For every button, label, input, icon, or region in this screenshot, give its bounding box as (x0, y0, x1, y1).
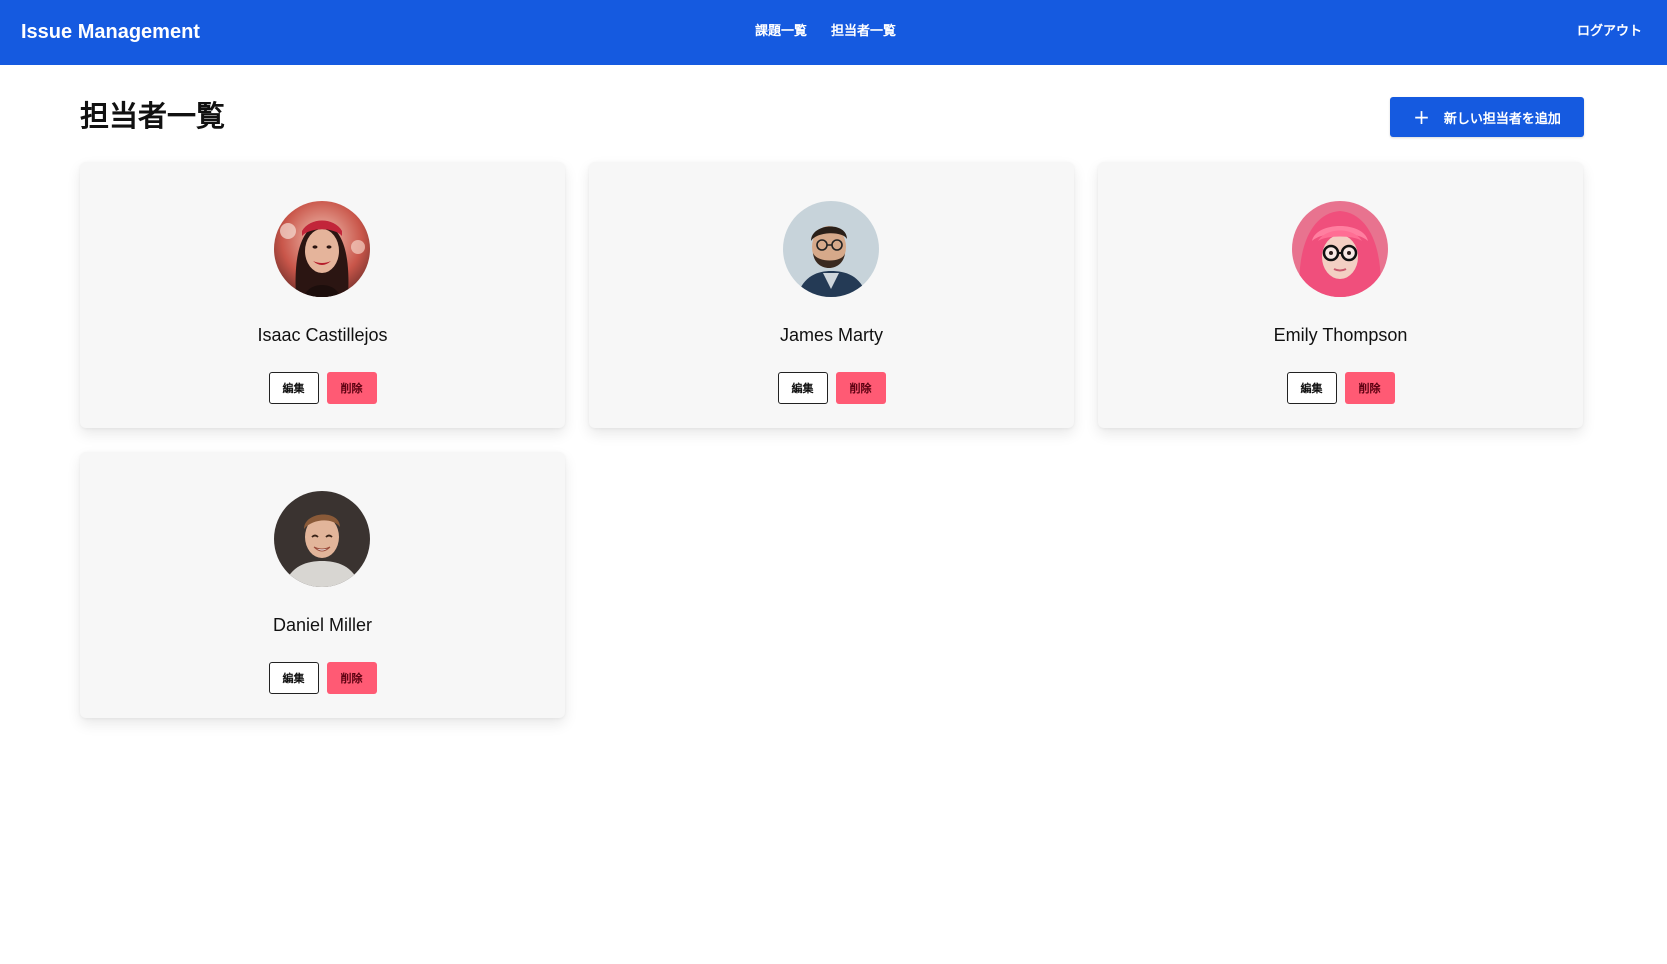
plus-icon: + (1413, 105, 1430, 129)
member-card: Daniel Miller 編集 削除 (80, 452, 565, 718)
delete-button[interactable]: 削除 (326, 662, 377, 694)
top-navbar: Issue Management 課題一覧 担当者一覧 ログアウト (0, 0, 1667, 65)
delete-button[interactable]: 削除 (835, 372, 886, 404)
member-name: Daniel Miller (272, 615, 373, 635)
avatar-photo-man-smiling-grey-shirt (274, 491, 370, 587)
edit-button[interactable]: 編集 (1286, 372, 1337, 404)
avatar-photo-woman-red-headband (274, 201, 370, 297)
edit-button[interactable]: 編集 (268, 372, 319, 404)
card-actions: 編集 削除 (80, 662, 565, 694)
main-nav: 課題一覧 担当者一覧 (755, 23, 896, 41)
avatar-photo-man-beard-glasses (783, 201, 879, 297)
avatar (274, 201, 370, 297)
delete-button[interactable]: 削除 (1344, 372, 1395, 404)
page-title: 担当者一覧 (80, 99, 226, 133)
avatar (1292, 201, 1388, 297)
edit-button[interactable]: 編集 (777, 372, 828, 404)
app-title[interactable]: Issue Management (21, 19, 200, 45)
nav-link-issues[interactable]: 課題一覧 (755, 23, 807, 41)
card-actions: 編集 削除 (589, 372, 1074, 404)
logout-link[interactable]: ログアウト (1577, 23, 1642, 41)
member-name: Isaac Castillejos (257, 325, 388, 345)
avatar (274, 491, 370, 587)
add-member-button-label: 新しい担当者を追加 (1443, 111, 1561, 127)
member-name: Emily Thompson (1273, 325, 1408, 345)
member-card: Emily Thompson 編集 削除 (1098, 162, 1583, 428)
member-grid: Isaac Castillejos 編集 削除 James Marty 編集 削… (80, 162, 1584, 718)
card-actions: 編集 削除 (1098, 372, 1583, 404)
member-card: James Marty 編集 削除 (589, 162, 1074, 428)
member-name: James Marty (779, 325, 884, 345)
delete-button[interactable]: 削除 (326, 372, 377, 404)
avatar (783, 201, 879, 297)
nav-link-members[interactable]: 担当者一覧 (831, 23, 896, 41)
add-member-button[interactable]: + 新しい担当者を追加 (1390, 97, 1584, 137)
edit-button[interactable]: 編集 (268, 662, 319, 694)
member-card: Isaac Castillejos 編集 削除 (80, 162, 565, 428)
card-actions: 編集 削除 (80, 372, 565, 404)
avatar-photo-woman-pink-hair-glasses (1292, 201, 1388, 297)
